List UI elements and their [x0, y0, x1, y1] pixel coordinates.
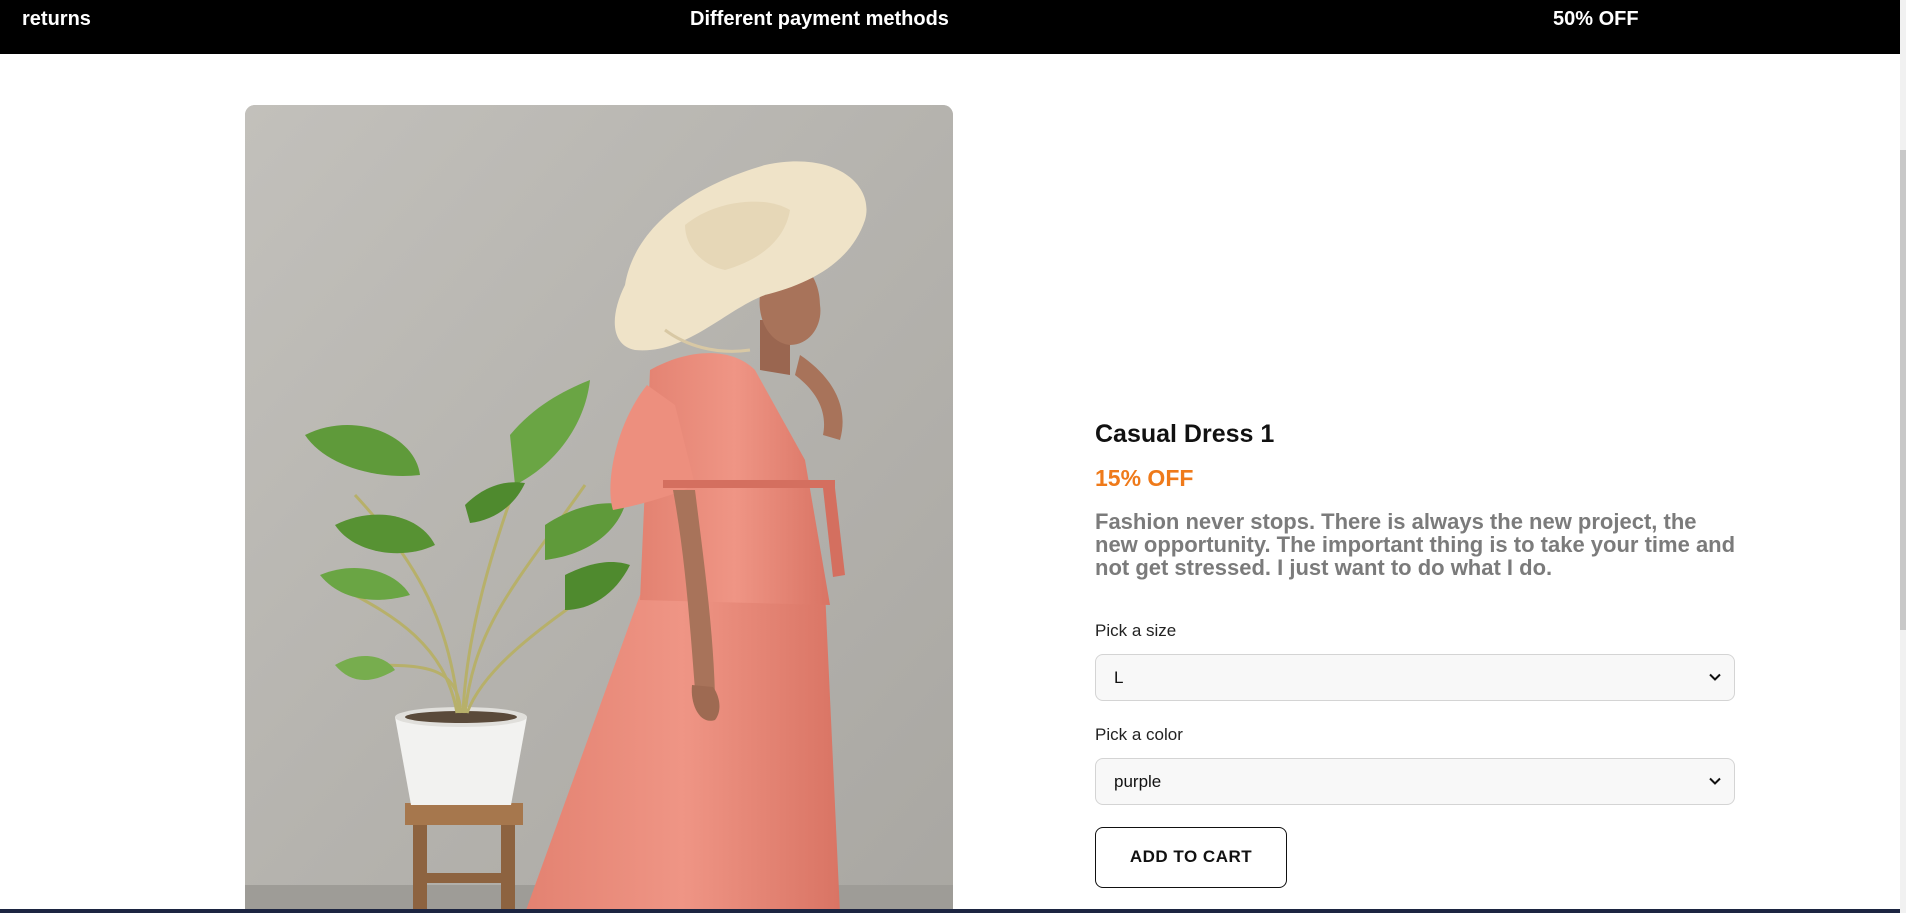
banner-message-payment-methods: Different payment methods [690, 8, 949, 30]
product-description: Fashion never stops. There is always the… [1095, 509, 1736, 580]
color-select-value: purple [1114, 772, 1162, 791]
color-label: Pick a color [1095, 725, 1183, 744]
product-title: Casual Dress 1 [1095, 420, 1275, 448]
size-select-value: L [1114, 668, 1124, 687]
banner-message-returns: returns [22, 8, 91, 30]
bottom-divider [0, 909, 1900, 913]
product-photo [245, 105, 953, 913]
chevron-down-icon [1709, 777, 1721, 785]
product-discount: 15% OFF [1095, 465, 1194, 491]
add-to-cart-button[interactable]: ADD TO CART [1095, 827, 1287, 888]
banner-message-discount: 50% OFF [1553, 8, 1639, 30]
chevron-down-icon [1709, 673, 1721, 681]
size-select[interactable]: L [1095, 654, 1735, 701]
scrollbar-thumb[interactable] [1900, 150, 1906, 630]
product-image [245, 105, 953, 913]
promo-banner: returns Different payment methods 50% OF… [0, 0, 1900, 54]
size-label: Pick a size [1095, 621, 1177, 640]
color-select[interactable]: purple [1095, 758, 1735, 805]
